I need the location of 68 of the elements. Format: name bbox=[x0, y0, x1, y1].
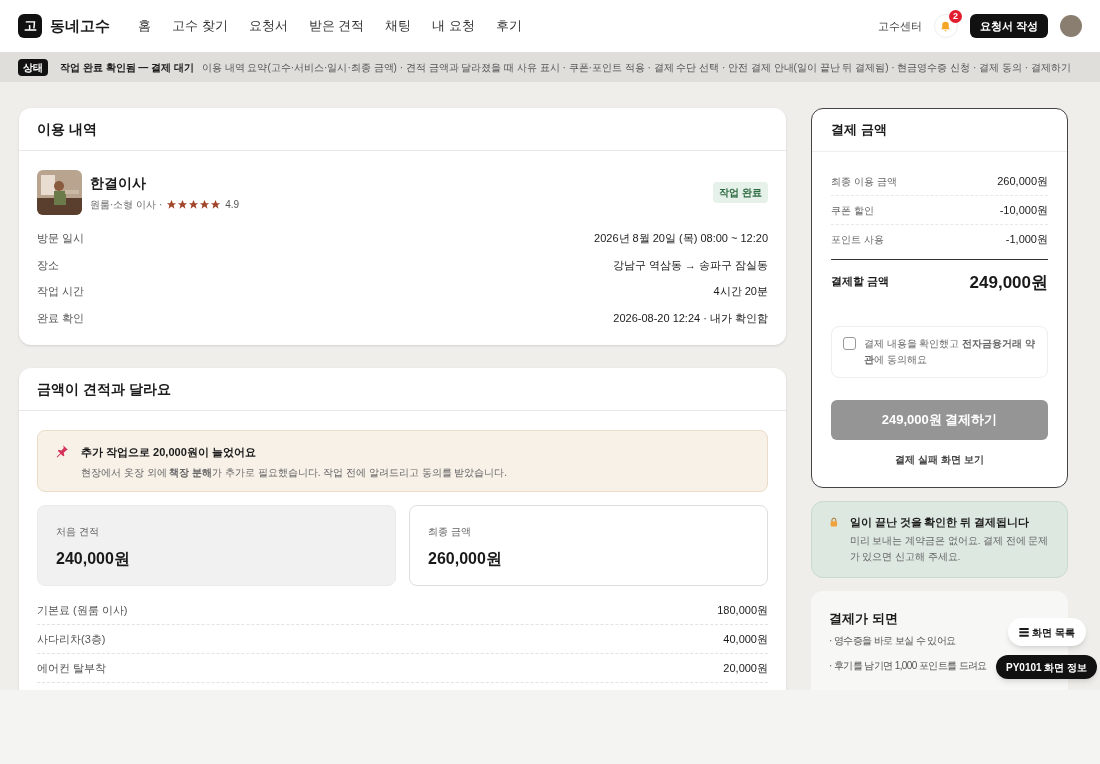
detail-label: 완료 확인 bbox=[37, 310, 85, 326]
nav-link[interactable]: 홈 bbox=[138, 16, 151, 36]
amount-value: 260,000원 bbox=[428, 549, 503, 569]
write-request-button[interactable]: 요청서 작성 bbox=[969, 14, 1048, 38]
amount-value: 240,000원 bbox=[56, 549, 131, 569]
benefit-text: · 후기를 남기면 1,000 포인트를 드려요 bbox=[829, 659, 987, 673]
star-icon bbox=[199, 199, 211, 210]
detail-value: 2026년 8월 20일 (목) 08:00 ~ 12:20 bbox=[594, 231, 768, 246]
screen-list-button[interactable]: ☰ 화면 목록 bbox=[1008, 618, 1086, 646]
screen-info-button[interactable]: PY0101 화면 정보 bbox=[996, 655, 1098, 679]
star-icon bbox=[188, 199, 200, 210]
item-amount: 20,000원 bbox=[723, 660, 768, 676]
item-amount: 180,000원 bbox=[717, 602, 768, 618]
agreement-checkbox[interactable] bbox=[843, 336, 856, 350]
nav-link[interactable]: 후기 bbox=[495, 16, 522, 36]
pin-icon bbox=[55, 444, 69, 458]
card-title: 결제가 되면 bbox=[829, 609, 899, 628]
line-label: 포인트 사용 bbox=[831, 233, 884, 247]
detail-value: 4시간 20분 bbox=[713, 284, 768, 299]
agreement-option[interactable]: 결제 내용을 확인했고 전자금융거래 약관에 동의해요 bbox=[831, 325, 1048, 378]
logo-text: 동네고수 bbox=[50, 15, 110, 36]
service-text: 원룸·소형 이사 · bbox=[90, 198, 163, 212]
star-icon bbox=[177, 199, 189, 210]
total-amount: 249,000원 bbox=[969, 272, 1048, 294]
card-title: 결제 금액 bbox=[831, 121, 887, 140]
detail-value: 강남구 역삼동 → 송파구 잠실동 bbox=[612, 257, 768, 273]
star-icon bbox=[210, 199, 222, 210]
card-title: 금액이 견적과 달라요 bbox=[37, 379, 171, 399]
pro-center-link[interactable]: 고수센터 bbox=[877, 17, 922, 35]
detail-label: 방문 일시 bbox=[37, 231, 85, 246]
notice-body: 현장에서 옷장 외에 책장 분해가 추가로 필요했습니다. 작업 전에 알려드리고 동의를 받았습니다. bbox=[81, 465, 508, 480]
line-amount: 260,000원 bbox=[997, 173, 1048, 189]
line-amount: -10,000원 bbox=[999, 202, 1048, 218]
detail-value: 2026-08-20 12:24 · 내가 확인함 bbox=[613, 310, 768, 326]
nav-link[interactable]: 내 요청 bbox=[432, 16, 475, 36]
item-label: 기본료 (원룸 이사) bbox=[37, 602, 128, 618]
nav-link[interactable]: 채팅 bbox=[385, 16, 412, 36]
notice-title: 추가 작업으로 20,000원이 늘었어요 bbox=[81, 445, 257, 460]
status-description: 이용 내역 요약(고수·서비스·일시·최종 금액) · 견적 금액과 달라졌을 때 사유 표시 · 쿠폰·포인트 적용 · 결제 수단 선택 · 안전 결제 안내(일이 끝난 뒤 결제됨) · 현금영수증 신청 · 결제 동의 · 결제하기 bbox=[201, 60, 1071, 75]
benefit-text: · 영수증을 바로 보실 수 있어요 bbox=[829, 634, 956, 648]
line-amount: -1,000원 bbox=[1005, 232, 1048, 248]
amount-label: 처음 견적 bbox=[56, 525, 100, 539]
payment-fail-link[interactable]: 결제 실패 화면 보기 bbox=[895, 451, 984, 467]
detail-label: 장소 bbox=[37, 257, 59, 273]
status-tag: 작업 완료 bbox=[713, 182, 768, 203]
item-label: 에어컨 탈부착 bbox=[37, 660, 107, 676]
line-label: 최종 이용 금액 bbox=[831, 174, 897, 189]
line-label: 쿠폰 할인 bbox=[831, 203, 874, 218]
star-icon bbox=[166, 199, 178, 210]
nav-link[interactable]: 요청서 bbox=[248, 16, 288, 36]
item-amount: 40,000원 bbox=[723, 631, 768, 647]
status-title: 작업 완료 확인됨 — 결제 대기 bbox=[60, 60, 194, 75]
status-badge: 상태 bbox=[18, 58, 48, 76]
logo-mark: 고 bbox=[18, 14, 42, 38]
rating-value: 4.9 bbox=[225, 198, 240, 212]
notification-badge: 2 bbox=[948, 10, 962, 23]
nav-link[interactable]: 받은 견적 bbox=[308, 16, 365, 36]
amount-label: 최종 금액 bbox=[428, 525, 472, 539]
notice-body: 미리 보내는 계약금은 없어요. 결제 전에 문제가 있으면 신고해 주세요. bbox=[849, 534, 1049, 565]
avatar[interactable] bbox=[1060, 15, 1082, 37]
total-label: 결제할 금액 bbox=[831, 274, 890, 289]
provider-name: 한결이사 bbox=[90, 174, 147, 193]
card-title: 이용 내역 bbox=[37, 119, 97, 139]
nav-link[interactable]: 고수 찾기 bbox=[172, 16, 228, 36]
detail-label: 작업 시간 bbox=[37, 284, 85, 299]
item-label: 사다리차(3층) bbox=[37, 631, 106, 647]
notice-title: 일이 끝난 것을 확인한 뒤 결제됩니다 bbox=[849, 514, 1031, 530]
agreement-text: 결제 내용을 확인했고 전자금융거래 약관에 동의해요 bbox=[864, 336, 1036, 367]
